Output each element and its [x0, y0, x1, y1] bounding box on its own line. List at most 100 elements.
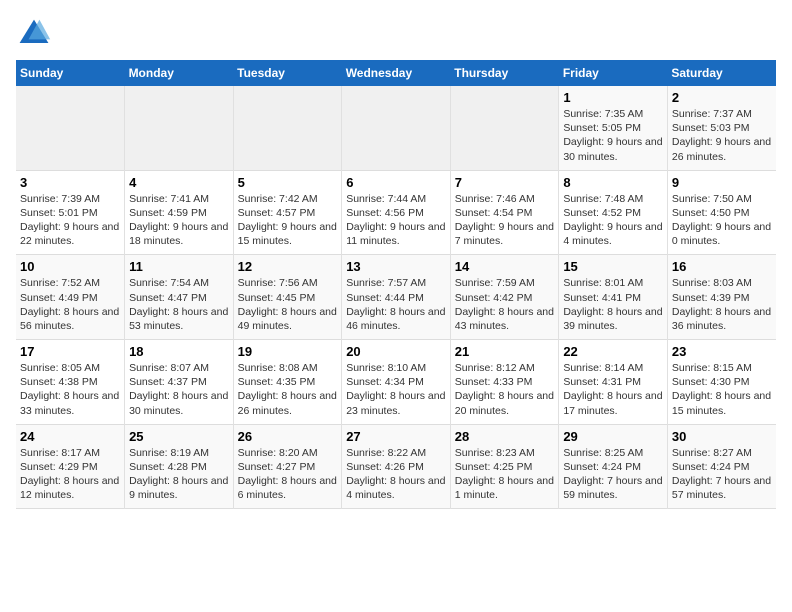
day-info: Sunrise: 7:52 AM Sunset: 4:49 PM Dayligh… [20, 276, 120, 333]
day-cell: 29Sunrise: 8:25 AM Sunset: 4:24 PM Dayli… [559, 424, 668, 509]
day-number: 19 [238, 344, 338, 359]
day-info: Sunrise: 7:56 AM Sunset: 4:45 PM Dayligh… [238, 276, 338, 333]
day-number: 25 [129, 429, 229, 444]
column-header-monday: Monday [125, 60, 234, 86]
day-cell [16, 86, 125, 170]
day-number: 21 [455, 344, 555, 359]
week-row-2: 3Sunrise: 7:39 AM Sunset: 5:01 PM Daylig… [16, 170, 776, 255]
day-number: 15 [563, 259, 663, 274]
day-cell: 19 Sunrise: 8:08 AM Sunset: 4:35 PM Dayli… [233, 340, 342, 425]
day-cell: 27 Sunrise: 8:22 AM Sunset: 4:26 PM Dayli… [342, 424, 451, 509]
day-number: 12 [238, 259, 338, 274]
day-cell: 7Sunrise: 7:46 AM Sunset: 4:54 PM Daylig… [450, 170, 559, 255]
day-info: Sunrise: 8:22 AM Sunset: 4:26 PM Dayligh… [346, 446, 446, 503]
day-cell: 14 Sunrise: 7:59 AM Sunset: 4:42 PM Dayli… [450, 255, 559, 340]
day-cell: 9Sunrise: 7:50 AM Sunset: 4:50 PM Daylig… [667, 170, 776, 255]
day-cell [342, 86, 451, 170]
day-info: Sunrise: 7:54 AM Sunset: 4:47 PM Dayligh… [129, 276, 229, 333]
day-cell: 13Sunrise: 7:57 AM Sunset: 4:44 PM Dayli… [342, 255, 451, 340]
week-row-1: 1 Sunrise: 7:35 AM Sunset: 5:05 PM Daylig… [16, 86, 776, 170]
day-info: Sunrise: 8:15 AM Sunset: 4:30 PM Dayligh… [672, 361, 772, 418]
day-number: 11 [129, 259, 229, 274]
day-cell: 3Sunrise: 7:39 AM Sunset: 5:01 PM Daylig… [16, 170, 125, 255]
day-cell: 6 Sunrise: 7:44 AM Sunset: 4:56 PM Daylig… [342, 170, 451, 255]
day-info: Sunrise: 8:27 AM Sunset: 4:24 PM Dayligh… [672, 446, 772, 503]
day-info: Sunrise: 7:35 AM Sunset: 5:05 PM Dayligh… [563, 107, 663, 164]
day-info: Sunrise: 8:23 AM Sunset: 4:25 PM Dayligh… [455, 446, 555, 503]
day-cell: 12 Sunrise: 7:56 AM Sunset: 4:45 PM Dayli… [233, 255, 342, 340]
day-number: 14 [455, 259, 555, 274]
day-cell: 1 Sunrise: 7:35 AM Sunset: 5:05 PM Daylig… [559, 86, 668, 170]
week-row-3: 10 Sunrise: 7:52 AM Sunset: 4:49 PM Dayli… [16, 255, 776, 340]
week-row-4: 17 Sunrise: 8:05 AM Sunset: 4:38 PM Dayli… [16, 340, 776, 425]
day-info: Sunrise: 8:14 AM Sunset: 4:31 PM Dayligh… [563, 361, 663, 418]
day-info: Sunrise: 8:10 AM Sunset: 4:34 PM Dayligh… [346, 361, 446, 418]
day-number: 22 [563, 344, 663, 359]
day-info: Sunrise: 8:17 AM Sunset: 4:29 PM Dayligh… [20, 446, 120, 503]
logo [16, 16, 56, 52]
day-number: 1 [563, 90, 663, 105]
day-info: Sunrise: 7:59 AM Sunset: 4:42 PM Dayligh… [455, 276, 555, 333]
day-info: Sunrise: 8:01 AM Sunset: 4:41 PM Dayligh… [563, 276, 663, 333]
column-header-thursday: Thursday [450, 60, 559, 86]
day-number: 23 [672, 344, 772, 359]
day-cell [125, 86, 234, 170]
day-cell: 30 Sunrise: 8:27 AM Sunset: 4:24 PM Dayli… [667, 424, 776, 509]
column-header-wednesday: Wednesday [342, 60, 451, 86]
day-info: Sunrise: 8:19 AM Sunset: 4:28 PM Dayligh… [129, 446, 229, 503]
day-number: 27 [346, 429, 446, 444]
day-number: 6 [346, 175, 446, 190]
day-number: 4 [129, 175, 229, 190]
day-cell: 20 Sunrise: 8:10 AM Sunset: 4:34 PM Dayli… [342, 340, 451, 425]
day-info: Sunrise: 8:12 AM Sunset: 4:33 PM Dayligh… [455, 361, 555, 418]
header-row: SundayMondayTuesdayWednesdayThursdayFrid… [16, 60, 776, 86]
day-cell: 2Sunrise: 7:37 AM Sunset: 5:03 PM Daylig… [667, 86, 776, 170]
day-cell: 26 Sunrise: 8:20 AM Sunset: 4:27 PM Dayli… [233, 424, 342, 509]
day-info: Sunrise: 8:03 AM Sunset: 4:39 PM Dayligh… [672, 276, 772, 333]
day-number: 20 [346, 344, 446, 359]
day-info: Sunrise: 7:48 AM Sunset: 4:52 PM Dayligh… [563, 192, 663, 249]
column-header-tuesday: Tuesday [233, 60, 342, 86]
day-number: 2 [672, 90, 772, 105]
day-number: 17 [20, 344, 120, 359]
day-number: 30 [672, 429, 772, 444]
day-cell: 17 Sunrise: 8:05 AM Sunset: 4:38 PM Dayli… [16, 340, 125, 425]
column-header-saturday: Saturday [667, 60, 776, 86]
day-cell: 5 Sunrise: 7:42 AM Sunset: 4:57 PM Daylig… [233, 170, 342, 255]
day-number: 3 [20, 175, 120, 190]
day-cell: 22 Sunrise: 8:14 AM Sunset: 4:31 PM Dayli… [559, 340, 668, 425]
day-number: 5 [238, 175, 338, 190]
day-cell: 15 Sunrise: 8:01 AM Sunset: 4:41 PM Dayli… [559, 255, 668, 340]
day-number: 26 [238, 429, 338, 444]
day-cell: 25 Sunrise: 8:19 AM Sunset: 4:28 PM Dayli… [125, 424, 234, 509]
day-cell: 10 Sunrise: 7:52 AM Sunset: 4:49 PM Dayli… [16, 255, 125, 340]
day-cell: 24 Sunrise: 8:17 AM Sunset: 4:29 PM Dayli… [16, 424, 125, 509]
day-number: 29 [563, 429, 663, 444]
day-info: Sunrise: 8:05 AM Sunset: 4:38 PM Dayligh… [20, 361, 120, 418]
day-cell [450, 86, 559, 170]
day-cell [233, 86, 342, 170]
day-info: Sunrise: 8:07 AM Sunset: 4:37 PM Dayligh… [129, 361, 229, 418]
day-number: 10 [20, 259, 120, 274]
day-number: 28 [455, 429, 555, 444]
column-header-friday: Friday [559, 60, 668, 86]
header [16, 16, 776, 52]
day-info: Sunrise: 8:08 AM Sunset: 4:35 PM Dayligh… [238, 361, 338, 418]
day-info: Sunrise: 7:57 AM Sunset: 4:44 PM Dayligh… [346, 276, 446, 333]
day-cell: 8 Sunrise: 7:48 AM Sunset: 4:52 PM Daylig… [559, 170, 668, 255]
day-cell: 28 Sunrise: 8:23 AM Sunset: 4:25 PM Dayli… [450, 424, 559, 509]
day-number: 8 [563, 175, 663, 190]
week-row-5: 24 Sunrise: 8:17 AM Sunset: 4:29 PM Dayli… [16, 424, 776, 509]
day-number: 18 [129, 344, 229, 359]
day-number: 24 [20, 429, 120, 444]
day-info: Sunrise: 8:20 AM Sunset: 4:27 PM Dayligh… [238, 446, 338, 503]
day-cell: 11 Sunrise: 7:54 AM Sunset: 4:47 PM Dayli… [125, 255, 234, 340]
day-cell: 23 Sunrise: 8:15 AM Sunset: 4:30 PM Dayli… [667, 340, 776, 425]
day-info: Sunrise: 7:44 AM Sunset: 4:56 PM Dayligh… [346, 192, 446, 249]
column-header-sunday: Sunday [16, 60, 125, 86]
day-info: Sunrise: 7:41 AM Sunset: 4:59 PM Dayligh… [129, 192, 229, 249]
day-info: Sunrise: 7:42 AM Sunset: 4:57 PM Dayligh… [238, 192, 338, 249]
day-cell: 4 Sunrise: 7:41 AM Sunset: 4:59 PM Daylig… [125, 170, 234, 255]
day-info: Sunrise: 7:46 AM Sunset: 4:54 PM Dayligh… [455, 192, 555, 249]
day-info: Sunrise: 7:50 AM Sunset: 4:50 PM Dayligh… [672, 192, 772, 249]
